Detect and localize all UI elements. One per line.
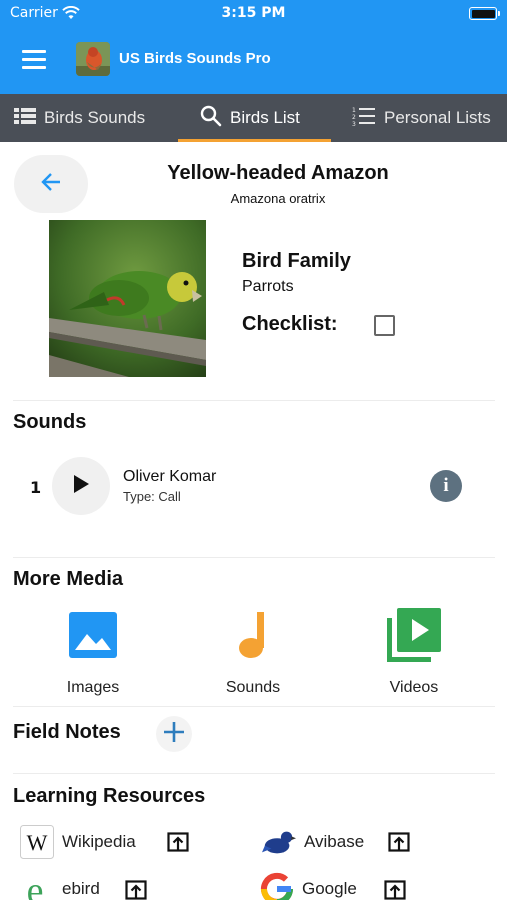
bird-scientific-name: Amazona oratrix <box>230 191 326 206</box>
numbered-list-icon: 1 2 3 <box>352 105 376 132</box>
svg-text:e: e <box>27 872 44 900</box>
tab-birds-list[interactable]: Birds List <box>200 94 300 142</box>
sound-type: Type: Call <box>123 489 181 504</box>
tab-bar: Birds Sounds Birds List 1 2 3 Personal L… <box>0 94 507 142</box>
ebird-icon: e <box>20 872 54 900</box>
resource-label: ebird <box>62 879 100 898</box>
media-label: Videos <box>389 679 439 696</box>
media-images-button[interactable]: Images <box>33 607 153 697</box>
field-notes-section-title: Field Notes <box>13 721 121 743</box>
sounds-section-title: Sounds <box>13 411 87 433</box>
divider <box>13 400 495 401</box>
list-icon <box>14 107 36 130</box>
open-external-icon[interactable] <box>388 832 410 856</box>
add-field-note-button[interactable] <box>156 716 192 752</box>
battery-icon <box>469 7 500 20</box>
open-external-icon[interactable] <box>167 832 189 856</box>
back-button[interactable] <box>14 155 88 213</box>
google-icon <box>260 872 294 900</box>
divider <box>13 706 495 707</box>
resource-label: Google <box>302 879 357 898</box>
resource-label: Wikipedia <box>62 832 136 851</box>
sound-number: 1 <box>30 478 42 497</box>
tab-label: Birds List <box>230 108 300 127</box>
bird-photo[interactable] <box>49 220 206 377</box>
more-media-section-title: More Media <box>13 568 124 590</box>
resource-ebird[interactable]: e ebird <box>20 872 100 900</box>
app-bar: US Birds Sounds Pro <box>0 28 507 94</box>
checklist-label: Checklist: <box>242 313 338 335</box>
active-tab-indicator <box>178 139 331 142</box>
resource-avibase[interactable]: Avibase <box>262 825 364 859</box>
plus-icon <box>163 721 185 747</box>
resource-label: Avibase <box>304 832 365 851</box>
menu-icon[interactable] <box>22 50 48 70</box>
open-external-icon[interactable] <box>125 880 147 900</box>
music-note-icon <box>193 607 313 663</box>
media-sounds-button[interactable]: Sounds <box>193 607 313 697</box>
search-icon <box>200 105 222 132</box>
app-logo <box>76 42 110 76</box>
video-library-icon <box>354 607 474 663</box>
tab-personal-lists[interactable]: 1 2 3 Personal Lists <box>352 94 491 142</box>
svg-text:3: 3 <box>352 121 356 127</box>
wikipedia-icon: W <box>20 825 54 859</box>
media-label: Images <box>66 679 120 696</box>
play-icon <box>72 474 90 498</box>
play-button[interactable] <box>52 457 110 515</box>
svg-text:1: 1 <box>352 107 356 114</box>
resource-google[interactable]: Google <box>260 872 357 900</box>
checklist-checkbox[interactable] <box>374 315 395 336</box>
status-bar: Carrier 3:15 PM <box>0 0 507 28</box>
svg-text:W: W <box>27 830 48 855</box>
bird-name: Yellow-headed Amazon <box>167 162 389 184</box>
app-header: Carrier 3:15 PM US Birds Sounds Pro <box>0 0 507 94</box>
info-icon[interactable]: i <box>430 470 462 502</box>
tab-label: Birds Sounds <box>44 108 146 127</box>
sound-recordist: Oliver Komar <box>123 468 217 485</box>
bird-family-value: Parrots <box>242 278 294 295</box>
image-icon <box>33 607 153 663</box>
resource-wikipedia[interactable]: W Wikipedia <box>20 825 136 859</box>
open-external-icon[interactable] <box>384 880 406 900</box>
learning-resources-section-title: Learning Resources <box>13 785 206 807</box>
avibase-icon <box>262 825 296 859</box>
divider <box>13 557 495 558</box>
app-title: US Birds Sounds Pro <box>119 50 271 67</box>
media-label: Sounds <box>225 679 281 696</box>
back-arrow-icon <box>40 172 62 196</box>
media-videos-button[interactable]: Videos <box>354 607 474 697</box>
status-time: 3:15 PM <box>221 5 286 21</box>
svg-text:2: 2 <box>352 114 356 121</box>
bird-family-label: Bird Family <box>242 250 351 272</box>
tab-birds-sounds[interactable]: Birds Sounds <box>14 94 145 142</box>
divider <box>13 773 495 774</box>
tab-label: Personal Lists <box>384 108 491 127</box>
